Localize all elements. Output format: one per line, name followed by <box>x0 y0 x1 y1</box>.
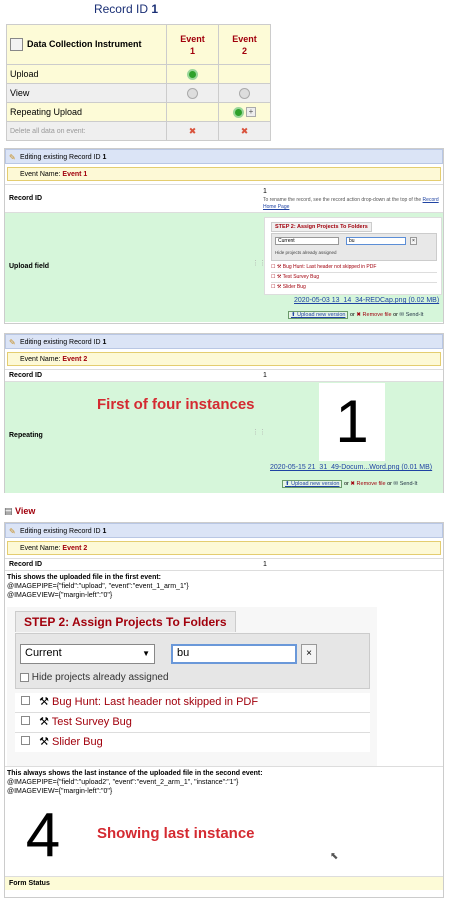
preview-filter-bar: Current bu × Hide projects already assig… <box>271 233 437 261</box>
form-status-row: Form Status <box>5 876 443 890</box>
add-instance-button[interactable]: + <box>246 107 256 118</box>
form-event-1: ✎ Editing existing Record ID 1 Event Name… <box>4 148 444 324</box>
current-select: Current ▼ <box>20 644 155 664</box>
preview-search: bu <box>346 237 406 245</box>
row-label-upload: Upload <box>6 64 167 84</box>
delete-event-label: Delete all data on event: <box>6 121 167 141</box>
editing-header: ✎ Editing existing Record ID 1 <box>5 523 443 538</box>
wrench-icon: ⚒ <box>39 736 49 748</box>
first-instance-banner: First of four instances <box>97 396 255 413</box>
status-empty-icon[interactable] <box>239 87 250 99</box>
first-event-view-row: This shows the uploaded file in the firs… <box>5 570 443 767</box>
pencil-icon: ✎ <box>9 153 16 162</box>
uploaded-image-preview[interactable]: STEP 2: Assign Projects To Folders Curre… <box>264 217 442 295</box>
form-icon: ▤ <box>4 506 13 516</box>
or-text: or <box>387 481 393 487</box>
mouse-cursor-icon: ⬉ <box>330 851 339 862</box>
clear-search-icon: × <box>301 644 317 664</box>
or-text: or <box>343 481 349 487</box>
event-name-bar: Event Name: Event 2 <box>7 541 441 555</box>
page-title: Record ID 1 <box>93 2 159 16</box>
wrench-icon: ⚒ <box>39 696 49 708</box>
imagepipe-code: @IMAGEPIPE={"field":"upload2", "event":"… <box>7 779 239 786</box>
last-instance-image: 4 <box>25 801 61 870</box>
remove-file-link[interactable]: ✖ Remove file <box>350 481 385 487</box>
dropdown-arrow-icon: ▼ <box>142 649 150 658</box>
form-event-2-repeating: ✎ Editing existing Record ID 1 Event Name… <box>4 333 444 493</box>
row-label-repeating-upload: Repeating Upload <box>6 102 167 122</box>
uploaded-file-link[interactable]: 2020-05-15 21_31_49-Docum...Word.png (0.… <box>270 464 432 471</box>
last-instance-banner: Showing last instance <box>97 825 255 842</box>
upload-new-version-button[interactable]: ⬆ Upload new version <box>288 311 349 319</box>
record-id-value: 1 <box>263 561 267 568</box>
preview-list: ☐ ⚒ Bug Hunt: Last header not skipped in… <box>271 263 437 292</box>
drag-handle-icon[interactable]: ⋮⋮ <box>252 428 266 436</box>
collapse-icon[interactable] <box>10 38 23 51</box>
send-it-link[interactable]: ✉ Send-It <box>394 481 418 487</box>
imageview-code: @IMAGEVIEW={"margin-left":"0"} <box>7 788 113 795</box>
status-empty-icon[interactable] <box>187 87 198 99</box>
repeating-field-row: Repeating ⋮⋮ First of four instances 1 2… <box>5 381 443 493</box>
editing-header: ✎ Editing existing Record ID 1 <box>5 149 443 164</box>
record-id-row: Record ID 1 To rename the record, see th… <box>5 184 443 212</box>
wrench-icon: ⚒ <box>39 716 49 728</box>
file-actions: ⬆ Upload new version or ✖ Remove file or… <box>288 311 424 319</box>
form-status-label: Form Status <box>9 880 50 887</box>
upload-field-label: Upload field <box>9 263 50 270</box>
delete-event-1-icon[interactable]: ✖ <box>189 126 197 136</box>
record-id-value: 1 <box>263 372 267 379</box>
record-id-row: Record ID 1 <box>5 369 443 381</box>
record-id-label: Record ID <box>9 195 43 202</box>
event-name-bar: Event Name: Event 2 <box>7 352 441 366</box>
or-text: or <box>349 312 355 318</box>
record-id-row: Record ID 1 <box>5 558 443 570</box>
view-heading: ▤ View <box>4 506 36 516</box>
second-event-view-row: This always shows the last instance of t… <box>5 766 443 876</box>
row-label-view: View <box>6 83 167 103</box>
preview-select: Current <box>275 237 339 245</box>
filter-bar: Current ▼ bu × Hide projects already assi… <box>15 633 370 689</box>
status-complete-icon[interactable] <box>187 68 198 80</box>
first-event-description: This shows the uploaded file in the firs… <box>7 574 162 581</box>
event-2-header: Event 2 <box>218 24 271 65</box>
or-text: or <box>393 312 399 318</box>
record-status-grid: Data Collection Instrument Event 1 Event 2… <box>6 24 271 141</box>
editing-header: ✎ Editing existing Record ID 1 <box>5 334 443 349</box>
record-id-label: Record ID <box>9 372 43 379</box>
pencil-icon: ✎ <box>9 338 16 347</box>
event-name-bar: Event Name: Event 1 <box>7 167 441 181</box>
preview-clear-icon: × <box>410 237 417 245</box>
uploaded-image-number[interactable]: 1 <box>319 383 385 461</box>
second-event-description: This always shows the last instance of t… <box>7 770 263 777</box>
remove-file-link[interactable]: ✖ Remove file <box>356 312 391 318</box>
event-1-header: Event 1 <box>166 24 219 65</box>
search-input: bu <box>171 644 297 664</box>
record-id-value: 1 <box>263 188 267 195</box>
preview-hide-label: Hide projects already assigned <box>275 250 337 255</box>
upload-new-version-button[interactable]: ⬆ Upload new version <box>282 480 343 488</box>
step-tab: STEP 2: Assign Projects To Folders <box>15 611 236 632</box>
delete-event-2-icon[interactable]: ✖ <box>241 126 249 136</box>
pencil-icon: ✎ <box>9 527 16 536</box>
instrument-header: Data Collection Instrument <box>6 24 167 65</box>
file-actions: ⬆ Upload new version or ✖ Remove file or… <box>282 480 418 488</box>
status-complete-icon[interactable] <box>233 106 244 118</box>
imageview-code: @IMAGEVIEW={"margin-left":"0"} <box>7 592 113 599</box>
hide-assigned-checkbox: Hide projects already assigned <box>20 672 169 683</box>
project-list: ⚒ Bug Hunt: Last header not skipped in P… <box>15 693 370 752</box>
send-it-link[interactable]: ✉ Send-It <box>400 312 424 318</box>
record-id-label: Record ID <box>9 561 43 568</box>
uploaded-file-link[interactable]: 2020-05-03 13_14_34-REDCap.png (0.02 MB) <box>294 297 439 304</box>
upload-field-row: Upload field ⋮⋮ STEP 2: Assign Projects … <box>5 212 443 322</box>
rename-note: To rename the record, see the record act… <box>263 197 439 210</box>
repeating-field-label: Repeating <box>9 432 43 439</box>
preview-step-tab: STEP 2: Assign Projects To Folders <box>271 222 372 232</box>
imagepipe-code: @IMAGEPIPE={"field":"upload", "event":"e… <box>7 583 189 590</box>
form-view: ✎ Editing existing Record ID 1 Event Name… <box>4 522 444 898</box>
piped-image-view: STEP 2: Assign Projects To Folders Curre… <box>7 607 377 767</box>
